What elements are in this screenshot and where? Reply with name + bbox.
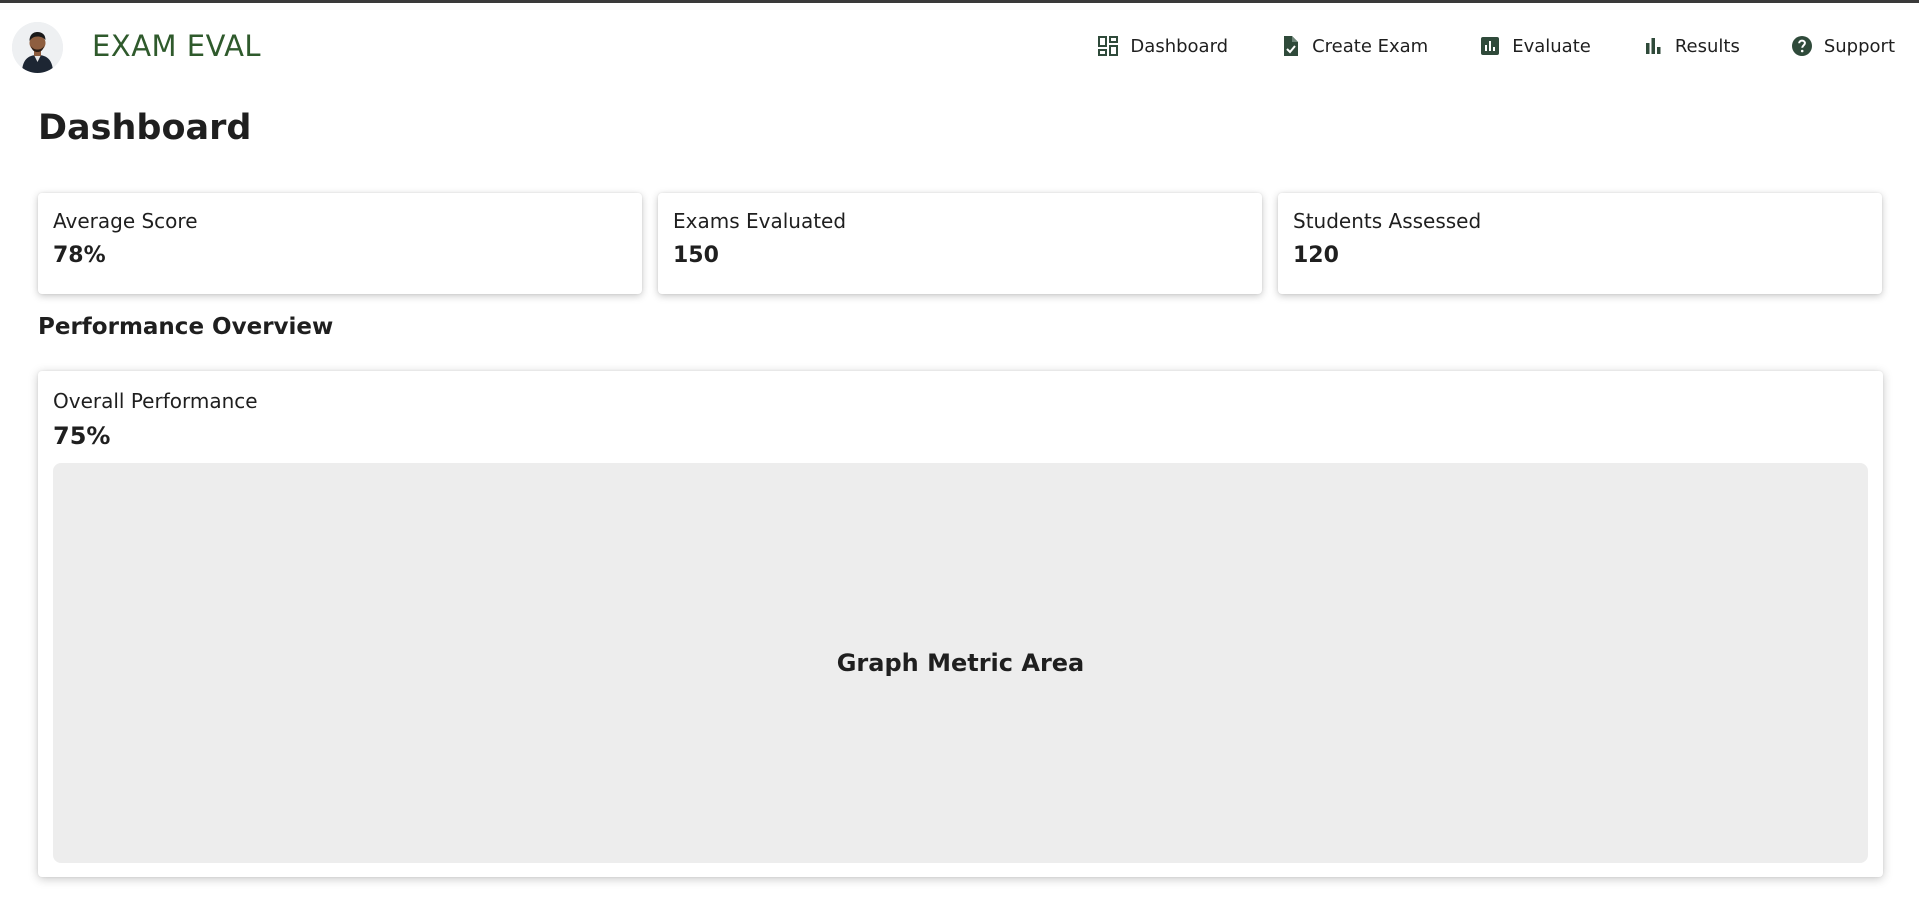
bar-chart-icon xyxy=(1645,38,1661,54)
user-avatar-icon xyxy=(12,22,63,73)
nav-item-label: Support xyxy=(1823,35,1895,57)
performance-value: 75% xyxy=(53,422,111,450)
graph-placeholder-text: Graph Metric Area xyxy=(836,649,1085,677)
nav-item-label: Dashboard xyxy=(1130,35,1229,57)
stats-cards: Average Score 78% Exams Evaluated 150 St… xyxy=(38,193,1883,294)
graph-metric-area: Graph Metric Area xyxy=(53,463,1868,863)
nav-item-support[interactable]: Support xyxy=(1790,34,1895,58)
app-brand[interactable]: EXAM EVAL xyxy=(92,29,261,63)
nav-item-label: Evaluate xyxy=(1512,35,1591,57)
stat-value: 150 xyxy=(673,243,719,268)
bar-chart-box-icon xyxy=(1481,37,1500,55)
stat-value: 78% xyxy=(53,243,106,268)
page-title: Dashboard xyxy=(38,108,252,148)
nav-item-create-exam[interactable]: Create Exam xyxy=(1278,34,1428,58)
main-nav: Dashboard Create Exam Evaluate Results S… xyxy=(1096,34,1895,58)
stat-value: 120 xyxy=(1293,243,1339,268)
top-navbar: EXAM EVAL Dashboard Create Exam Evaluate… xyxy=(0,3,1919,91)
dashboard-icon xyxy=(1098,36,1119,56)
nav-item-results[interactable]: Results xyxy=(1641,34,1740,58)
stat-card-students-assessed: Students Assessed 120 xyxy=(1278,193,1882,294)
performance-panel: Overall Performance 75% Graph Metric Are… xyxy=(38,371,1883,877)
help-circle-icon xyxy=(1791,36,1812,56)
stat-card-average-score: Average Score 78% xyxy=(38,193,642,294)
nav-item-label: Results xyxy=(1674,35,1740,57)
stat-label: Exams Evaluated xyxy=(673,209,847,233)
nav-item-evaluate[interactable]: Evaluate xyxy=(1478,34,1591,58)
avatar[interactable] xyxy=(12,22,63,73)
stat-label: Students Assessed xyxy=(1293,209,1482,233)
nav-item-dashboard[interactable]: Dashboard xyxy=(1096,34,1228,58)
stat-card-exams-evaluated: Exams Evaluated 150 xyxy=(658,193,1262,294)
performance-label: Overall Performance xyxy=(53,389,258,413)
stat-label: Average Score xyxy=(53,209,198,233)
document-check-icon xyxy=(1284,36,1299,56)
nav-item-label: Create Exam xyxy=(1312,35,1429,57)
section-title-performance: Performance Overview xyxy=(38,314,334,340)
